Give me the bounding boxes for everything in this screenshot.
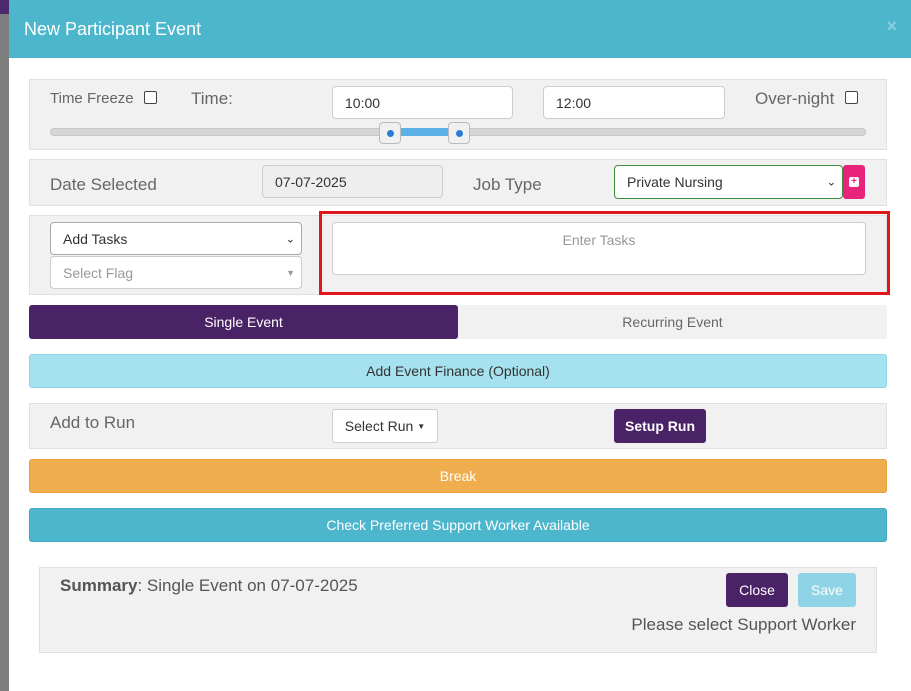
new-participant-event-modal: New Participant Event × Time Freeze Time… xyxy=(9,0,911,691)
select-flag-dropdown[interactable]: Select Flag ▼ xyxy=(50,256,302,289)
run-panel: Add to Run Select Run ▼ Setup Run xyxy=(29,403,887,449)
close-button[interactable]: Close xyxy=(726,573,788,607)
summary-line: Summary: Single Event on 07-07-2025 xyxy=(60,576,358,596)
add-event-finance-button[interactable]: Add Event Finance (Optional) xyxy=(29,354,887,388)
time-freeze-label: Time Freeze xyxy=(50,90,134,107)
close-icon[interactable]: × xyxy=(886,16,897,37)
caret-down-icon: ▼ xyxy=(417,421,426,431)
add-job-type-button[interactable]: + xyxy=(843,165,865,199)
event-type-tabs: Single Event Recurring Event xyxy=(29,305,887,339)
check-preferred-worker-button[interactable]: Check Preferred Support Worker Available xyxy=(29,508,887,542)
summary-text: : Single Event on 07-07-2025 xyxy=(137,576,358,595)
add-to-run-label: Add to Run xyxy=(50,413,136,432)
chevron-down-icon: ⌄ xyxy=(826,176,836,189)
setup-run-button[interactable]: Setup Run xyxy=(614,409,706,443)
time-label: Time: xyxy=(191,89,233,108)
time-freeze-checkbox[interactable] xyxy=(144,91,157,104)
overnight-checkbox[interactable] xyxy=(845,91,858,104)
add-tasks-select[interactable]: Add Tasks ⌄ xyxy=(50,222,302,255)
time-panel: Time Freeze Time: 10:00 12:00 Over-night xyxy=(29,79,887,150)
summary-panel: Summary: Single Event on 07-07-2025 Clos… xyxy=(39,567,877,653)
select-run-label: Select Run xyxy=(344,418,414,434)
slider-start-handle-icon[interactable] xyxy=(379,122,401,144)
caret-down-icon: ▼ xyxy=(286,267,295,278)
recurring-event-tab[interactable]: Recurring Event xyxy=(458,305,887,339)
select-run-button[interactable]: Select Run ▼ xyxy=(332,409,438,443)
highlight-box xyxy=(319,211,890,295)
slider-end-handle-icon[interactable] xyxy=(448,122,470,144)
job-type-select[interactable]: Private Nursing ⌄ xyxy=(614,165,843,199)
overnight-label: Over-night xyxy=(755,89,835,108)
save-button[interactable]: Save xyxy=(798,573,856,607)
date-selected-label: Date Selected xyxy=(50,175,157,194)
modal-header: New Participant Event × xyxy=(9,0,911,58)
end-time-input[interactable]: 12:00 xyxy=(543,86,725,119)
select-flag-placeholder: Select Flag xyxy=(63,264,134,281)
chevron-down-icon: ⌄ xyxy=(285,233,295,245)
modal-title: New Participant Event xyxy=(24,19,202,39)
start-time-input[interactable]: 10:00 xyxy=(332,86,513,119)
summary-label: Summary xyxy=(60,576,138,595)
break-button[interactable]: Break xyxy=(29,459,887,493)
plus-icon: + xyxy=(849,177,859,187)
support-worker-warning: Please select Support Worker xyxy=(631,615,856,634)
date-panel: Date Selected 07-07-2025 Job Type Privat… xyxy=(29,159,887,206)
single-event-tab[interactable]: Single Event xyxy=(29,305,458,339)
job-type-value: Private Nursing xyxy=(627,174,723,190)
job-type-label: Job Type xyxy=(473,175,542,194)
date-input[interactable]: 07-07-2025 xyxy=(262,165,443,198)
add-tasks-value: Add Tasks xyxy=(63,230,128,247)
